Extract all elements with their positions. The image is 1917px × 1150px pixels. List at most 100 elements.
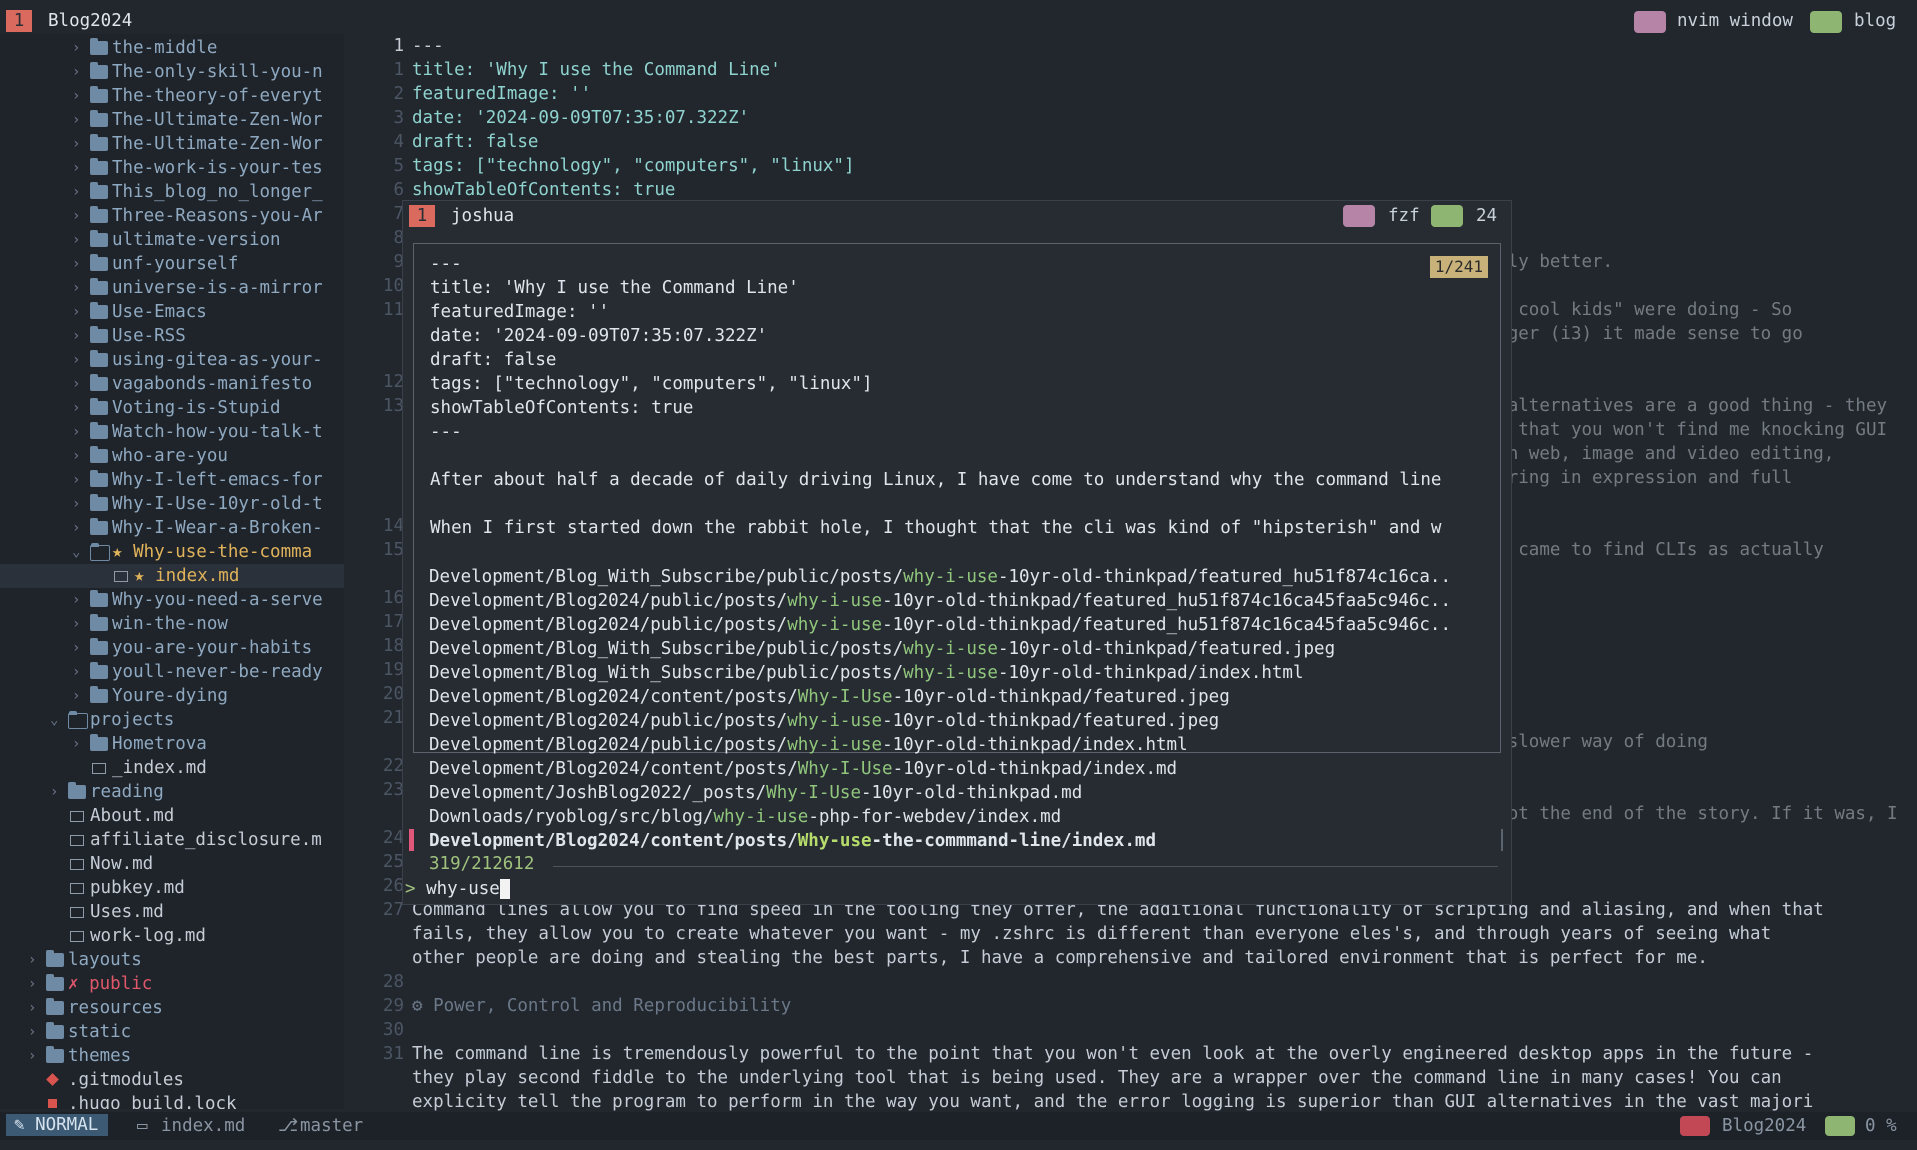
tree-item[interactable]: › Voting-is-Stupid <box>0 396 344 420</box>
tree-item[interactable]: › The-Ultimate-Zen-Wor <box>0 108 344 132</box>
tree-item[interactable]: › Use-Emacs <box>0 300 344 324</box>
chevron-right-icon[interactable]: › <box>72 252 80 276</box>
tree-item[interactable]: › Hometrova <box>0 732 344 756</box>
tree-item[interactable]: .hugo_build.lock <box>0 1092 344 1109</box>
code-line[interactable]: --- <box>412 34 444 58</box>
code-line[interactable]: title: 'Why I use the Command Line' <box>412 58 781 82</box>
code-line[interactable]: date: '2024-09-09T07:35:07.322Z' <box>412 106 749 130</box>
tree-item[interactable]: › vagabonds-manifesto <box>0 372 344 396</box>
chevron-right-icon[interactable]: › <box>28 1044 36 1068</box>
chevron-right-icon[interactable]: › <box>72 60 80 84</box>
search-input[interactable]: why-use <box>426 879 500 899</box>
chevron-right-icon[interactable]: › <box>72 108 80 132</box>
chevron-down-icon[interactable]: ⌄ <box>72 540 80 564</box>
tree-item[interactable]: Uses.md <box>0 900 344 924</box>
chevron-right-icon[interactable]: › <box>28 972 36 996</box>
code-line[interactable]: showTableOfContents: true <box>412 178 675 202</box>
chevron-down-icon[interactable]: ⌄ <box>50 708 58 732</box>
tree-item[interactable]: › Youre-dying <box>0 684 344 708</box>
chevron-right-icon[interactable]: › <box>72 300 80 324</box>
code-line[interactable]: ⚙ Power, Control and Reproducibility <box>412 994 791 1018</box>
tree-item[interactable]: › The-only-skill-you-n <box>0 60 344 84</box>
tree-item[interactable]: ⌄ ★ Why-use-the-comma <box>0 540 344 564</box>
chevron-right-icon[interactable]: › <box>72 36 80 60</box>
code-line[interactable]: they play second fiddle to the underlyin… <box>412 1066 1782 1090</box>
result-item[interactable]: Development/Blog2024/public/posts/why-i-… <box>429 733 1188 757</box>
tree-item[interactable]: Now.md <box>0 852 344 876</box>
tree-item[interactable]: › win-the-now <box>0 612 344 636</box>
result-item[interactable]: Development/Blog2024/content/posts/Why-I… <box>429 685 1230 709</box>
result-item[interactable]: Development/Blog_With_Subscribe/public/p… <box>429 637 1335 661</box>
code-line[interactable]: fails, they allow you to create whatever… <box>412 922 1771 946</box>
chevron-right-icon[interactable]: › <box>72 372 80 396</box>
result-item[interactable]: Development/Blog_With_Subscribe/public/p… <box>429 661 1304 685</box>
tree-item[interactable]: › static <box>0 1020 344 1044</box>
tree-item[interactable]: › Why-I-left-emacs-for <box>0 468 344 492</box>
chevron-right-icon[interactable]: › <box>72 732 80 756</box>
tree-item[interactable]: › resources <box>0 996 344 1020</box>
chevron-right-icon[interactable]: › <box>72 396 80 420</box>
window-index[interactable]: 1 <box>6 10 32 32</box>
tree-item[interactable]: › Use-RSS <box>0 324 344 348</box>
chevron-right-icon[interactable]: › <box>72 660 80 684</box>
chevron-right-icon[interactable]: › <box>72 492 80 516</box>
tree-item[interactable]: work-log.md <box>0 924 344 948</box>
chevron-right-icon[interactable]: › <box>72 156 80 180</box>
code-line[interactable]: The command line is tremendously powerfu… <box>412 1042 1813 1066</box>
tree-item[interactable]: › layouts <box>0 948 344 972</box>
chevron-right-icon[interactable]: › <box>72 516 80 540</box>
tree-item[interactable]: › unf-yourself <box>0 252 344 276</box>
results-scrollbar[interactable] <box>1501 829 1503 851</box>
code-line[interactable]: other people are doing and stealing the … <box>412 946 1708 970</box>
chevron-right-icon[interactable]: › <box>72 84 80 108</box>
tree-item[interactable]: .gitmodules <box>0 1068 344 1092</box>
chevron-right-icon[interactable]: › <box>72 612 80 636</box>
result-item[interactable]: Development/Blog_With_Subscribe/public/p… <box>429 565 1451 589</box>
result-item[interactable]: Development/Blog2024/public/posts/why-i-… <box>429 589 1451 613</box>
tree-item[interactable]: › The-theory-of-everyt <box>0 84 344 108</box>
chevron-right-icon[interactable]: › <box>72 204 80 228</box>
chevron-right-icon[interactable]: › <box>72 468 80 492</box>
chevron-right-icon[interactable]: › <box>72 132 80 156</box>
chevron-right-icon[interactable]: › <box>72 348 80 372</box>
tree-item[interactable]: › Why-I-Wear-a-Broken- <box>0 516 344 540</box>
chevron-right-icon[interactable]: › <box>72 444 80 468</box>
chevron-right-icon[interactable]: › <box>72 420 80 444</box>
tree-item[interactable]: › The-work-is-your-tes <box>0 156 344 180</box>
result-item[interactable]: Development/Blog2024/public/posts/why-i-… <box>429 709 1219 733</box>
tree-item[interactable]: pubkey.md <box>0 876 344 900</box>
code-line[interactable]: tags: ["technology", "computers", "linux… <box>412 154 855 178</box>
fzf-prompt[interactable]: > why-use <box>403 879 510 899</box>
result-item[interactable]: Downloads/ryoblog/src/blog/why-i-use-php… <box>429 805 1061 829</box>
tree-item[interactable]: › Why-I-Use-10yr-old-t <box>0 492 344 516</box>
tree-item[interactable]: › themes <box>0 1044 344 1068</box>
chevron-right-icon[interactable]: › <box>72 684 80 708</box>
tree-item[interactable]: › The-Ultimate-Zen-Wor <box>0 132 344 156</box>
code-line[interactable]: draft: false <box>412 130 538 154</box>
tree-item[interactable]: › Why-you-need-a-serve <box>0 588 344 612</box>
chevron-right-icon[interactable]: › <box>72 324 80 348</box>
tree-item[interactable]: ★ index.md <box>0 564 344 588</box>
result-item[interactable]: Development/Blog2024/content/posts/Why-u… <box>429 829 1156 853</box>
tree-item[interactable]: › ✗ public <box>0 972 344 996</box>
chevron-right-icon[interactable]: › <box>72 588 80 612</box>
tree-item[interactable]: › who-are-you <box>0 444 344 468</box>
chevron-right-icon[interactable]: › <box>28 1020 36 1044</box>
code-line[interactable]: explicity tell the program to perform in… <box>412 1090 1813 1114</box>
chevron-right-icon[interactable]: › <box>72 180 80 204</box>
chevron-right-icon[interactable]: › <box>72 228 80 252</box>
tree-item[interactable]: _index.md <box>0 756 344 780</box>
chevron-right-icon[interactable]: › <box>28 996 36 1020</box>
result-item[interactable]: Development/Blog2024/public/posts/why-i-… <box>429 613 1451 637</box>
tree-item[interactable]: › Watch-how-you-talk-t <box>0 420 344 444</box>
result-item[interactable]: Development/Blog2024/content/posts/Why-I… <box>429 757 1177 781</box>
tree-item[interactable]: › you-are-your-habits <box>0 636 344 660</box>
tree-item[interactable]: › using-gitea-as-your- <box>0 348 344 372</box>
chevron-right-icon[interactable]: › <box>72 276 80 300</box>
result-item[interactable]: Development/JoshBlog2022/_posts/Why-I-Us… <box>429 781 1082 805</box>
tree-item[interactable]: ⌄ projects <box>0 708 344 732</box>
chevron-right-icon[interactable]: › <box>50 780 58 804</box>
code-line[interactable]: featuredImage: '' <box>412 82 591 106</box>
chevron-right-icon[interactable]: › <box>72 636 80 660</box>
session-name[interactable]: Blog2024 <box>48 8 132 34</box>
